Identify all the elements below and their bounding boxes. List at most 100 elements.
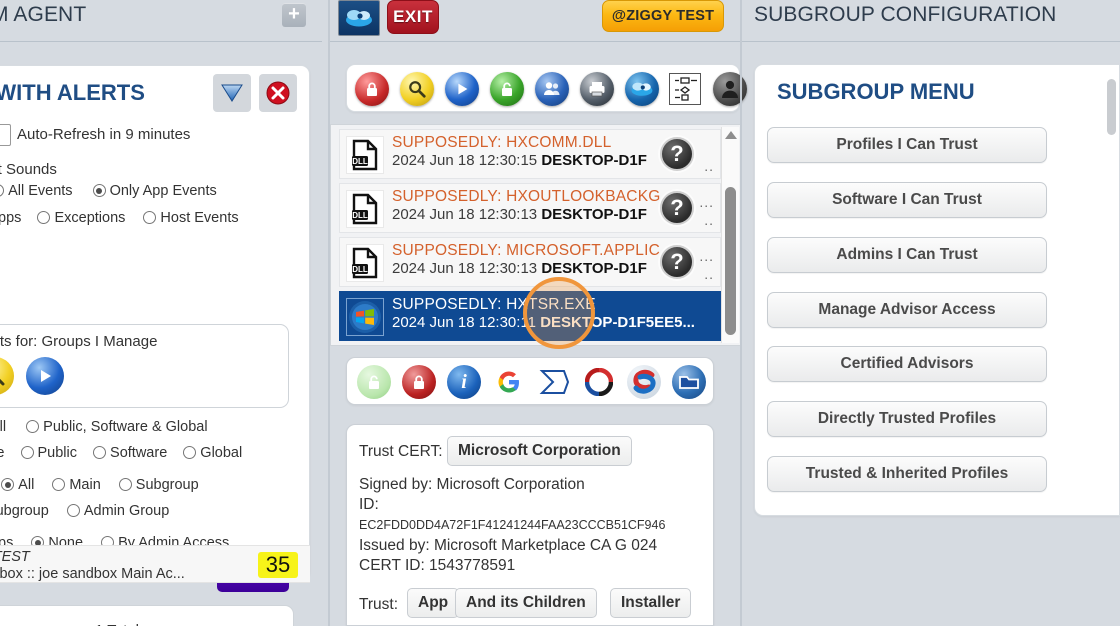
cloud-blue-icon [631,82,653,96]
filter-row-visibility-1: All Public, Software & Global [0,419,208,435]
info-button[interactable]: i [447,365,481,399]
windows-exe-icon [346,298,384,336]
trust-children-button[interactable]: And its Children [455,588,597,618]
radio-type-main-label: Main [69,477,101,493]
radio-all-events-label: All Events [8,183,73,199]
add-button[interactable]: + [282,3,306,27]
alert-title: SUPPOSEDLY: MICROSOFT.APPLIC [392,242,661,259]
radio-only-app-events[interactable]: Only App Events [92,183,217,199]
users-button[interactable] [535,72,569,106]
menu-item-software-i-can-trust[interactable]: Software I Can Trust [767,182,1047,218]
help-button[interactable]: ? [660,137,694,171]
radio-vis-all[interactable]: All [0,419,6,435]
virustotal-button[interactable] [582,365,616,399]
left-header-title: TEM AGENT [0,3,87,26]
right-scrollbar-thumb[interactable] [1107,79,1116,135]
trust-cert-label: Trust CERT: [359,443,443,460]
menu-item-admins-i-can-trust[interactable]: Admins I Can Trust [767,237,1047,273]
radio-all-events[interactable]: All Events [0,183,73,199]
scroll-up-icon[interactable] [725,131,737,139]
alert-host: DESKTOP-D1F [541,206,647,223]
virustotal-icon [585,368,613,396]
alert-host: DESKTOP-D1F5EE5... [540,314,695,331]
alert-row[interactable]: DLL SUPPOSEDLY: MICROSOFT.APPLIC 2024 Ju… [339,237,721,287]
radio-vis-psg[interactable]: Public, Software & Global [26,419,208,435]
help-button[interactable]: ? [660,191,694,225]
print-button[interactable] [580,72,614,106]
menu-item-certified-advisors[interactable]: Certified Advisors [767,346,1047,382]
scan-button[interactable] [627,365,661,399]
alert-time: 2024 Jun 18 12:30:15 [392,152,538,169]
allow-button[interactable] [357,365,391,399]
svg-text:DLL: DLL [352,157,368,166]
magnifier-yellow-icon [0,378,5,386]
close-button[interactable] [259,74,297,112]
block-button[interactable] [402,365,436,399]
action-toolbar: i [346,357,714,405]
cloud-button[interactable] [625,72,659,106]
flowchart-button[interactable] [669,73,701,105]
alert-row[interactable]: DLL SUPPOSEDLY: HXOUTLOOKBACKG 2024 Jun … [339,183,721,233]
menu-item-profiles-i-can-trust[interactable]: Profiles I Can Trust [767,127,1047,163]
trust-app-button[interactable]: App [407,588,460,618]
search-button[interactable] [400,72,434,106]
left-column: TEM AGENT + P WITH ALERTS [0,0,322,626]
radio-vis-public-label: Public [37,445,78,461]
menu-item-trusted-inherited-profiles[interactable]: Trusted & Inherited Profiles [767,456,1047,492]
subgroup-menu-title: SUBGROUP MENU [777,79,975,104]
radio-type-main[interactable]: Main [52,477,101,493]
menu-item-directly-trusted-profiles[interactable]: Directly Trusted Profiles [767,401,1047,437]
printer-icon [589,82,605,97]
radio-vis-software[interactable]: Software [93,445,167,461]
lock-button[interactable] [355,72,389,106]
dll-file-icon: DLL [346,190,384,228]
alert-sounds-radio-row-1: : All Events Only App Events [0,183,217,199]
right-header: SUBGROUP CONFIGURATION [742,0,1120,42]
unlock-button[interactable] [490,72,524,106]
google-search-button[interactable] [492,365,526,399]
svg-text:DLL: DLL [352,211,368,220]
trust-installer-button[interactable]: Installer [610,588,692,618]
radio-vis-public[interactable]: Public [20,445,78,461]
alerts-scrollbar[interactable] [721,127,739,343]
radio-host-events[interactable]: Host Events [143,210,239,226]
user-account-button[interactable]: @ZIGGY TEST [602,0,724,32]
radio-exceptions[interactable]: Exceptions [37,210,125,226]
trusted-apps-label: ed Apps [0,210,22,226]
run-button[interactable] [445,72,479,106]
sigma-arrow-icon [539,370,570,394]
menu-item-manage-advisor-access[interactable]: Manage Advisor Access [767,292,1047,328]
alert-time: 2024 Jun 18 12:30:11 [392,314,537,331]
radio-vis-global[interactable]: Global [183,445,242,461]
help-button[interactable]: ? [660,245,694,279]
open-folder-button[interactable] [672,365,706,399]
auto-refresh-text: Auto-Refresh in 9 minutes [17,126,191,143]
cloud-home-button[interactable] [338,0,380,36]
filter-funnel-button[interactable] [213,74,251,112]
alert-row-selected[interactable]: SUPPOSEDLY: HXTSR.EXE 2024 Jun 18 12:30:… [339,291,721,341]
radio-type-all[interactable]: All [1,477,34,493]
totals-card: 1 Total [0,605,294,626]
shortcuts-label: cuts for: Groups I Manage [0,333,158,350]
shortcut-run-button[interactable] [26,357,64,395]
scrollbar-thumb[interactable] [725,187,736,335]
radio-admin-group[interactable]: Admin Group [66,503,169,519]
radio-only-app-events-label: Only App Events [109,183,217,199]
radio-type-subgroup[interactable]: Subgroup [118,477,199,493]
shortcut-search-button[interactable] [0,357,14,395]
svg-text:DLL: DLL [352,265,368,274]
right-header-title: SUBGROUP CONFIGURATION [754,3,1057,26]
refresh-interval-select[interactable]: e [0,124,11,146]
exit-button[interactable]: EXIT [387,0,439,34]
trust-label: Trust: [359,596,399,613]
radio-vis-global-label: Global [200,445,243,461]
sigma-button[interactable] [537,365,571,399]
trust-cert-value-button[interactable]: Microsoft Corporation [447,436,632,466]
alert-subtitle: 2024 Jun 18 12:30:11 DESKTOP-D1F5EE5... [392,314,695,331]
alert-row[interactable]: DLL SUPPOSEDLY: HXCOMM.DLL 2024 Jun 18 1… [339,129,721,179]
play-blue-icon [458,83,468,95]
alert-title: SUPPOSEDLY: HXOUTLOOKBACKG [392,188,661,205]
radio-host-events-label: Host Events [160,210,239,226]
avatar-icon [722,80,738,98]
account-strip[interactable]: GY TEST sandbox :: joe sandbox Main Ac..… [0,545,310,583]
